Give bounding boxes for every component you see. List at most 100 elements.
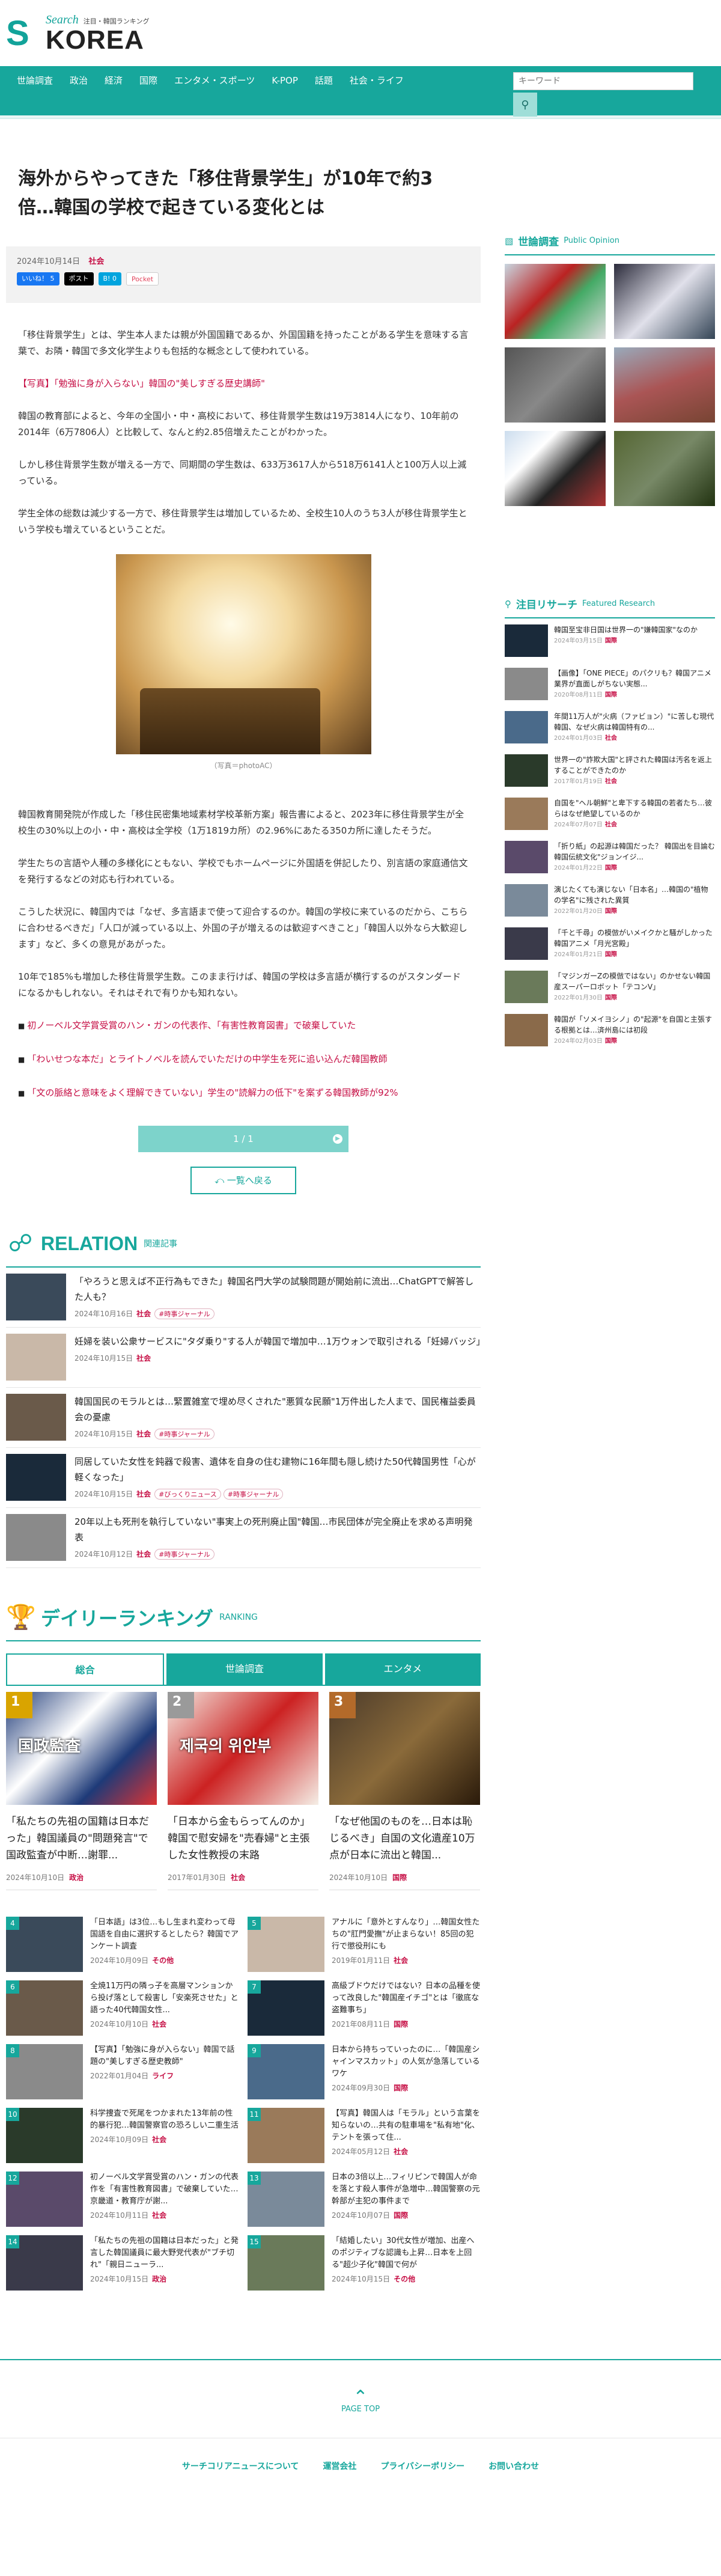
poll-image[interactable]: [614, 431, 715, 506]
ranking-item[interactable]: 4 「日本語」は3位…もし生まれ変わって母国語を自由に選択するとしたら？韓国でア…: [6, 1911, 239, 1974]
ranking-item[interactable]: 6 全焼11万円の隣っ子を高層マンションから投げ落として殺害し「安楽死させた」と…: [6, 1974, 239, 2038]
ranking-category[interactable]: 国際: [394, 2020, 408, 2028]
footer-link-company[interactable]: 運営会社: [323, 2460, 356, 2576]
relation-category[interactable]: 社会: [136, 1430, 151, 1438]
ranking-item[interactable]: 10 科学捜査で死尾をつかまれた13年前の性的暴行犯…韓国警察官の恐ろしい二重生…: [6, 2102, 239, 2165]
research-item[interactable]: 「千と千尋」の模倣がいメイクかと騒がしかった韓国アニメ「月光宮殿」 2024年0…: [505, 927, 715, 965]
nav-item[interactable]: 政治: [61, 73, 96, 88]
research-item[interactable]: 「折り紙」の起源は韓国だった？ 韓国出を目論む韓国伝統文化"ジョンイジ... 2…: [505, 841, 715, 878]
tab-entame[interactable]: エンタメ: [324, 1653, 481, 1685]
research-item[interactable]: 韓国至宝非日国は世界一の"嫌韓国家"なのか 2024年03月15日 国際: [505, 624, 715, 662]
research-category[interactable]: 社会: [605, 778, 617, 785]
research-item[interactable]: 世界一の"詐欺大国"と評された韓国は汚名を返上することができたのか 2017年0…: [505, 754, 715, 792]
poll-image[interactable]: [614, 264, 715, 339]
article-tag[interactable]: #時事ジャーナル: [154, 1308, 214, 1319]
ranking-category[interactable]: 社会: [152, 2020, 166, 2028]
ranking-category[interactable]: 国際: [394, 2211, 408, 2220]
relation-category[interactable]: 社会: [136, 1354, 151, 1363]
back-to-list-button[interactable]: ⤺ 一覧へ戻る: [190, 1167, 296, 1194]
footer-link-privacy[interactable]: プライバシーポリシー: [380, 2460, 464, 2576]
research-item[interactable]: 年間11万人が"火病（ファビョン）"に苦しむ現代韓国、なぜ火病は韓国特有の...…: [505, 711, 715, 748]
ranking-category[interactable]: その他: [152, 1956, 174, 1965]
nav-item[interactable]: 世論調査: [8, 73, 61, 88]
poll-image[interactable]: [505, 347, 606, 423]
ranking-top-item[interactable]: 3 「なぜ他国のものを…日本は恥じるべき」自国の文化遺産10万点が日本に流出と韓…: [329, 1692, 480, 1890]
related-link[interactable]: 初ノーベル文学賞受賞のハン・ガンの代表作、「有害性教育図書」で破棄していた: [27, 1020, 356, 1031]
nav-item[interactable]: 国際: [131, 73, 166, 88]
research-item[interactable]: 【画像】「ONE PIECE」のパクリも？韓国アニメ業界が直面しがちない実態..…: [505, 668, 715, 705]
ranking-category[interactable]: 政治: [152, 2275, 166, 2283]
research-item[interactable]: 自国を"ヘル朝鮮"と卑下する韓国の若者たち…彼らはなぜ絶望しているのか 2024…: [505, 798, 715, 835]
relation-category[interactable]: 社会: [136, 1310, 151, 1318]
research-item[interactable]: 「マジンガーZの模倣ではない」のかせない韓国産スーパーロボット「テコンV」 20…: [505, 971, 715, 1008]
pocket-button[interactable]: Pocket: [126, 272, 159, 285]
pager-next-icon[interactable]: ▶: [333, 1134, 342, 1144]
research-category[interactable]: 国際: [605, 865, 617, 871]
research-category[interactable]: 国際: [605, 638, 617, 644]
related-link[interactable]: 「わいせつな本だ」とライトノベルを読んでいただけの中学生を死に追い込んだ韓国教師: [27, 1054, 387, 1064]
article-tag[interactable]: #時事ジャーナル: [223, 1489, 284, 1500]
article-tag[interactable]: #時事ジャーナル: [154, 1549, 214, 1560]
relation-category[interactable]: 社会: [136, 1550, 151, 1558]
ranking-category[interactable]: 社会: [394, 1956, 408, 1965]
relation-item[interactable]: 妊婦を装い公衆サービスに"タダ乗り"する人が韓国で増加中…1万ウォンで取引される…: [6, 1328, 485, 1388]
ranking-top-item[interactable]: 1 国政監査 「私たちの先祖の国籍は日本だった」韓国議員の"問題発言"で国政監査…: [6, 1692, 157, 1890]
relation-item[interactable]: 「やろうと思えば不正行為もできた」韓国名門大学の試験問題が開始前に流出…Chat…: [6, 1268, 481, 1328]
search-button[interactable]: ⚲: [513, 93, 537, 117]
ranking-category[interactable]: 政治: [69, 1873, 84, 1882]
research-category[interactable]: 社会: [605, 735, 617, 742]
research-item[interactable]: 韓国が「ソメイヨシノ」の"起源"を自国と主張する根拠とは…済州島には初段 202…: [505, 1014, 715, 1051]
relation-category[interactable]: 社会: [136, 1490, 151, 1498]
poll-image[interactable]: [505, 264, 606, 339]
research-category[interactable]: 国際: [605, 908, 617, 915]
ranking-top-item[interactable]: 2 제국의 위안부 「日本から金もらってんのか」韓国で慰安婦を"売春婦"と主張し…: [168, 1692, 318, 1890]
ranking-item[interactable]: 15 「結婚したい」30代女性が増加、出産へのポジティブな認識も上昇…日本を上回…: [248, 2229, 481, 2293]
article-tag[interactable]: #びっくりニュース: [154, 1489, 221, 1500]
nav-item[interactable]: K-POP: [263, 73, 306, 88]
relation-item[interactable]: 20年以上も死刑を執行していない"事実上の死刑廃止国"韓国…市民団体が完全廃止を…: [6, 1508, 481, 1568]
poll-image[interactable]: [614, 347, 715, 423]
ranking-item[interactable]: 8 【写真】「勉強に身が入らない」韓国で話題の"美しすぎる歴史教師" 2022年…: [6, 2038, 239, 2102]
tab-general[interactable]: 総合: [6, 1653, 165, 1685]
research-category[interactable]: 国際: [605, 995, 617, 1001]
relation-item[interactable]: 韓国国民のモラルとは…緊置雑室で埋め尽くされた"悪質な民願"1万件出した人まで、…: [6, 1388, 481, 1448]
research-category[interactable]: 社会: [605, 822, 617, 828]
ranking-category[interactable]: 国際: [392, 1873, 407, 1882]
research-category[interactable]: 国際: [605, 951, 617, 958]
ranking-category[interactable]: 社会: [231, 1873, 245, 1882]
ranking-item[interactable]: 13 日本の3倍以上…フィリピンで韓国人が命を落とす殺人事件が急増中…韓国警察の…: [248, 2165, 481, 2229]
ranking-item[interactable]: 7 高級ブドウだけではない？日本の品種を使って改良した"韓国産イチゴ"とは「徹底…: [248, 1974, 481, 2038]
relation-item[interactable]: 同居していた女性を鈍器で殺害、遺体を自身の住む建物に16年間も隠し続けた50代韓…: [6, 1448, 481, 1508]
ranking-category[interactable]: その他: [394, 2275, 415, 2283]
ranking-category[interactable]: ライフ: [152, 2072, 174, 2080]
article-tag[interactable]: #時事ジャーナル: [154, 1429, 214, 1439]
page-top-button[interactable]: ⌃ PAGE TOP: [0, 2388, 721, 2414]
article-category[interactable]: 社会: [88, 257, 104, 266]
nav-item[interactable]: エンタメ・スポーツ: [166, 73, 263, 88]
tab-poll[interactable]: 世論調査: [166, 1653, 323, 1685]
nav-item[interactable]: 話題: [306, 73, 341, 88]
ranking-category[interactable]: 社会: [152, 2211, 166, 2220]
nav-item[interactable]: 社会・ライフ: [341, 73, 412, 88]
ranking-category[interactable]: 社会: [152, 2135, 166, 2144]
ranking-item[interactable]: 9 日本から持ちっていったのに…「韓国産シャインマスカット」の人気が急落している…: [248, 2038, 481, 2102]
research-category[interactable]: 国際: [605, 1038, 617, 1045]
related-link[interactable]: 「文の脈絡と意味をよく理解できていない」学生の"読解力の低下"を案ずる韓国教師が…: [27, 1087, 398, 1098]
ranking-item[interactable]: 11 【写真】韓国人は「モラル」という言葉を知らないの…共有の駐車場を"私有地"…: [248, 2102, 481, 2165]
research-category[interactable]: 国際: [605, 692, 617, 698]
poll-image[interactable]: [505, 431, 606, 506]
photo-link[interactable]: 【写真】「勉強に身が入らない」韓国の"美しすぎる歴史講師": [18, 378, 265, 389]
ranking-item[interactable]: 5 アナルに「意外とすんなり」…韓国女性たちの"肛門愛撫"が止まらない！85回の…: [248, 1911, 481, 1974]
footer-link-about[interactable]: サーチコリアニュースについて: [182, 2460, 299, 2576]
ranking-item[interactable]: 14 「私たちの先祖の国籍は日本だった」と発言した韓国議員に最大野党代表が"ブチ…: [6, 2229, 239, 2293]
search-input[interactable]: [513, 72, 693, 90]
ranking-item[interactable]: 12 初ノーベル文学賞受賞のハン・ガンの代表作を「有害性教育図書」で破棄していた…: [6, 2165, 239, 2229]
ranking-category[interactable]: 国際: [394, 2084, 408, 2092]
facebook-like-button[interactable]: いいね！ 5: [17, 272, 59, 285]
footer-link-contact[interactable]: お問い合わせ: [488, 2460, 539, 2576]
site-logo[interactable]: S Search 注目・韓国ランキング KOREA: [6, 13, 721, 53]
research-item[interactable]: 演じたくても演じない「日本名」…韓国の"植物の学名"に残された異質 2022年0…: [505, 884, 715, 921]
x-post-button[interactable]: ポスト: [64, 272, 94, 285]
hatena-bookmark-button[interactable]: B! 0: [98, 272, 121, 285]
ranking-category[interactable]: 社会: [394, 2147, 408, 2156]
